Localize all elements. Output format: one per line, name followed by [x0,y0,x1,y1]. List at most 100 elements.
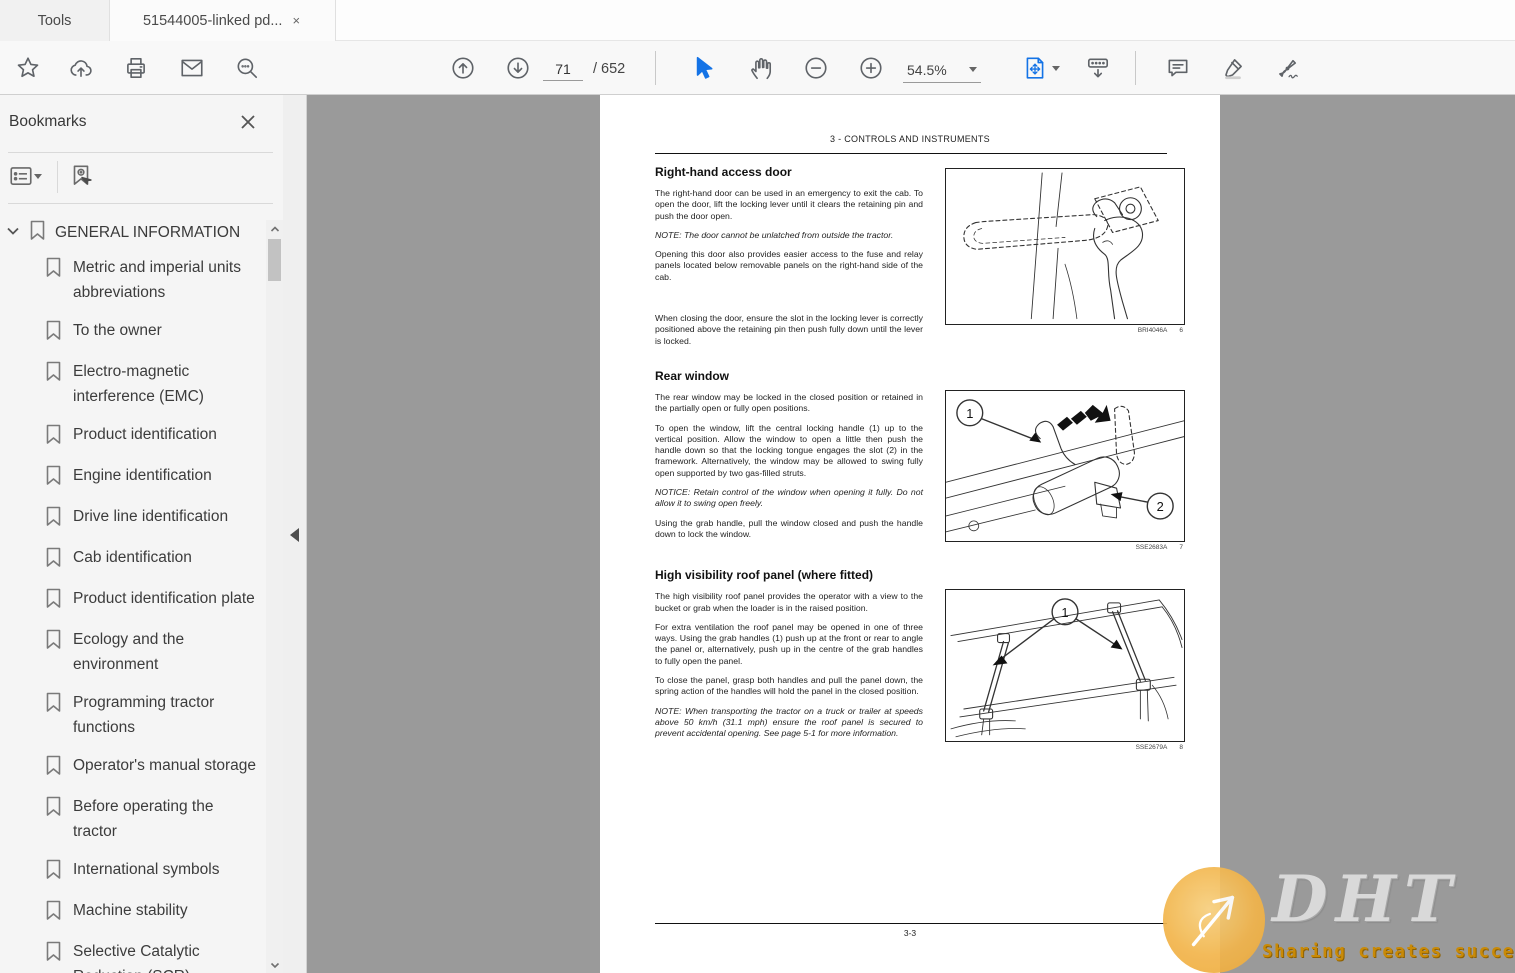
bookmark-root-general-information[interactable]: GENERAL INFORMATION [6,220,261,246]
comment-icon[interactable] [1165,55,1191,81]
bookmark-item[interactable]: Product identification [0,422,265,463]
bookmark-icon [45,255,62,283]
tab-bar: Tools 51544005-linked pd... × [0,0,1515,41]
bookmark-icon [45,504,62,532]
bookmark-icon [45,318,62,346]
watermark-tagline: Sharing creates success [1262,942,1515,962]
panel-splitter[interactable] [283,95,307,973]
section-heading: Rear window [655,368,730,383]
bookmark-item[interactable]: Drive line identification [0,504,265,545]
scroll-up-icon[interactable] [266,220,283,237]
figure-number: 8 [1179,744,1183,751]
zoom-in-icon[interactable] [858,55,884,81]
print-icon[interactable] [123,55,149,81]
paragraph: Opening this door also provides easier a… [655,249,923,282]
hide-toolbar-icon[interactable] [1085,55,1111,81]
paragraph: To open the window, lift the central loc… [655,422,923,478]
bookmark-item[interactable]: Metric and imperial units abbreviations [0,255,265,318]
bookmark-item[interactable]: Operator's manual storage [0,753,265,794]
previous-page-icon[interactable] [450,55,476,81]
toolbar-divider [655,51,656,85]
bookmark-item-label: Selective Catalytic Reduction (SCR) [73,943,200,973]
fit-page-icon[interactable] [1022,55,1048,81]
roof-panel-illustration: 1 [950,598,1183,738]
fit-page-chevron-icon[interactable] [1052,66,1060,71]
scroll-down-icon[interactable] [266,956,283,973]
sign-pen-icon[interactable] [1275,55,1301,81]
bookmark-icon [45,753,62,781]
page-number-input[interactable] [543,57,583,81]
bookmark-icon [45,422,62,450]
toolbar-divider [1135,51,1136,85]
paragraph: For extra ventilation the roof panel may… [655,621,923,666]
bookmark-item-label: Metric and imperial units abbreviations [73,259,241,301]
bookmark-icon [45,939,62,967]
bookmark-item[interactable]: Selective Catalytic Reduction (SCR) [0,939,265,973]
hand-tool-icon[interactable] [748,55,774,81]
bookmark-item[interactable]: Engine identification [0,463,265,504]
svg-text:1: 1 [1061,605,1068,620]
paragraph: The rear window may be locked in the clo… [655,391,923,414]
tab-close-icon[interactable]: × [290,13,302,28]
find-search-icon[interactable] [234,55,260,81]
bookmark-icon [45,690,62,718]
bookmark-icon [45,586,62,614]
bookmark-item[interactable]: Programming tractor functions [0,690,265,753]
paragraph: NOTE: When transporting the tractor on a… [655,705,923,739]
divider [57,161,58,193]
scrollbar-thumb[interactable] [268,239,281,281]
share-upload-icon[interactable] [68,55,94,81]
text-column: Right-hand access door The right-hand doo… [655,165,923,748]
favorites-star-icon[interactable] [15,55,41,81]
bookmark-item-label: Ecology and the environment [73,631,185,673]
figure-code: SSE2683A [1135,544,1168,551]
bookmark-root-label: GENERAL INFORMATION [55,224,241,241]
bookmark-icon [45,463,62,491]
bookmark-item[interactable]: To the owner [0,318,265,359]
expand-current-bookmark-icon[interactable] [68,163,94,189]
next-page-icon[interactable] [505,55,531,81]
divider [8,152,273,153]
zoom-level-value: 54.5% [907,61,947,78]
highlighter-icon[interactable] [1220,55,1246,81]
bookmark-item[interactable]: Machine stability [0,898,265,939]
bookmarks-panel: Bookmarks GENERAL INFORMATION Metric and… [0,95,283,973]
figure-number: 7 [1179,544,1183,551]
bookmark-icon [45,794,62,822]
chevron-down-icon[interactable] [6,224,20,243]
bookmark-item[interactable]: Cab identification [0,545,265,586]
paragraph: When closing the door, ensure the slot i… [655,313,923,346]
bookmark-item[interactable]: International symbols [0,857,265,898]
figure-rear-window: 1 2 SSE2683A 7 [945,390,1185,551]
figure-roof-panel: 1 SSE2679A 8 [945,589,1185,751]
collapse-panel-icon[interactable] [290,528,299,542]
bookmark-item[interactable]: Product identification plate [0,586,265,627]
divider [8,203,273,204]
pdf-page: 3 - CONTROLS AND INSTRUMENTS Right-hand … [600,95,1220,973]
bookmark-item[interactable]: Before operating the tractor [0,794,265,857]
bookmark-icon [45,857,62,885]
bookmarks-close-icon[interactable] [239,113,257,131]
tab-tools[interactable]: Tools [0,0,110,41]
bookmark-item[interactable]: Ecology and the environment [0,627,265,690]
zoom-level-dropdown[interactable]: 54.5% [903,57,981,83]
rear-window-illustration: 1 2 [946,399,1184,533]
email-icon[interactable] [179,55,205,81]
select-tool-cursor-icon[interactable] [690,55,716,81]
tab-document[interactable]: 51544005-linked pd... × [110,0,336,41]
zoom-out-icon[interactable] [803,55,829,81]
main-toolbar: / 652 54.5% [0,41,1515,95]
paragraph: To close the panel, grasp both handles a… [655,675,923,697]
figure-code: BRI4046A [1137,327,1168,334]
bookmark-options-icon[interactable] [8,163,34,189]
footer-rule [655,923,1167,924]
watermark-logo-text: DHT [1272,862,1460,937]
bookmark-item[interactable]: Electro-magnetic interference (EMC) [0,359,265,422]
chevron-down-icon [969,67,977,72]
document-viewer[interactable]: 3 - CONTROLS AND INSTRUMENTS Right-hand … [307,95,1515,973]
bookmark-item-label: Before operating the tractor [73,798,214,840]
bookmark-item-label: Product identification [73,426,217,443]
bookmark-item-label: Product identification plate [73,590,255,607]
bookmark-options-chevron-icon[interactable] [34,174,42,179]
sidebar-scrollbar[interactable] [266,220,283,973]
